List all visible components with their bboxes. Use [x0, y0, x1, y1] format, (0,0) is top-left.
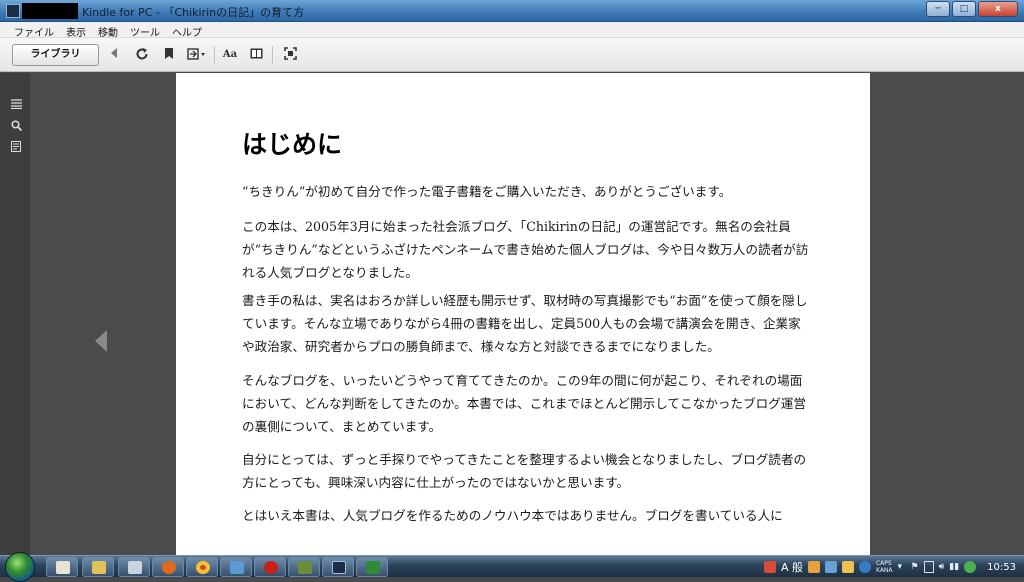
paragraph-2: この本は、2005年3月に始まった社会派ブログ、「Chikirinの日記」の運営… [242, 219, 809, 280]
menu-help[interactable]: ヘルプ [168, 22, 210, 39]
taskbar-document[interactable] [118, 557, 150, 577]
window-controls: ─ □ x [926, 1, 1018, 17]
menu-go[interactable]: 移動 [94, 22, 126, 39]
ime-mode-indicator[interactable]: A 般 [781, 559, 803, 575]
taskbar-excel[interactable] [356, 557, 388, 577]
kindle-app-icon[interactable] [6, 4, 20, 18]
redacted-box [22, 3, 78, 19]
menu-view[interactable]: 表示 [62, 22, 94, 39]
left-rail [0, 73, 30, 555]
bookmark-icon[interactable] [162, 47, 176, 63]
view-mode-icon[interactable] [249, 47, 263, 63]
goto-icon[interactable] [186, 47, 208, 63]
tray-expand-icon[interactable]: ▾ [898, 561, 906, 573]
title-bar: Kindle for PC - 「Chikirinの日記」の育て方 ─ □ x [0, 0, 1024, 22]
ime-toolbar-icon[interactable] [763, 561, 776, 573]
back-icon[interactable] [108, 47, 120, 63]
fullscreen-icon[interactable] [283, 47, 297, 63]
menu-bar: ファイル 表示 移動 ツール ヘルプ [0, 22, 1024, 39]
sync-icon[interactable] [134, 47, 150, 63]
contents-icon[interactable] [10, 99, 22, 111]
network-signal-icon[interactable]: ▮▮ [949, 561, 959, 573]
taskbar-folder[interactable] [82, 557, 114, 577]
app-tray-icon[interactable] [964, 561, 977, 573]
toolbar-separator-2 [272, 46, 273, 64]
taskbar-pdf[interactable] [254, 557, 286, 577]
minimize-button[interactable]: ─ [926, 1, 950, 17]
maximize-button[interactable]: □ [952, 1, 976, 17]
volume-icon[interactable]: 🔊︎ [939, 561, 945, 573]
flag-icon[interactable]: ⚑ [911, 561, 919, 573]
paragraph-6: とはいえ本書は、人気ブログを作るためのノウハウ本ではありません。ブログを書いてい… [242, 508, 783, 523]
close-button[interactable]: x [978, 1, 1018, 17]
ime-pad-icon[interactable] [841, 561, 854, 573]
ime-dictionary-icon[interactable] [824, 561, 837, 573]
book-page: はじめに “ちきりん”が初めて自分で作った電子書籍をご購入いただき、ありがとうご… [176, 73, 870, 555]
previous-page-arrow-icon[interactable] [95, 330, 107, 352]
toolbar-separator [214, 46, 215, 64]
menu-tools[interactable]: ツール [126, 22, 168, 39]
toolbar: ライブラリ Aa [0, 38, 1024, 72]
taskbar-firefox[interactable] [152, 557, 184, 577]
kana-label: KANA [875, 567, 893, 574]
font-size-icon[interactable]: Aa [221, 47, 239, 63]
system-tray: A 般 CAPS KANA ▾ ⚑ 🔊︎ ▮▮ 10:53 [763, 557, 1024, 577]
ime-help-icon[interactable] [858, 561, 871, 573]
taskbar-network[interactable] [220, 557, 252, 577]
caps-label: CAPS [875, 560, 892, 567]
menu-file[interactable]: ファイル [10, 22, 62, 39]
ime-tool-icon[interactable] [807, 561, 820, 573]
window-title: Kindle for PC - 「Chikirinの日記」の育て方 [82, 6, 305, 19]
start-button[interactable] [5, 552, 35, 582]
taskbar: A 般 CAPS KANA ▾ ⚑ 🔊︎ ▮▮ 10:53 [0, 552, 1024, 582]
clock[interactable]: 10:53 [987, 562, 1016, 573]
paragraph-1: “ちきりん”が初めて自分で作った電子書籍をご購入いただき、ありがとうございます。 [242, 184, 732, 199]
taskbar-kindle[interactable] [322, 557, 354, 577]
notes-icon[interactable] [10, 141, 22, 153]
taskbar-app[interactable] [288, 557, 320, 577]
chapter-title: はじめに [242, 130, 343, 159]
device-icon[interactable] [923, 561, 934, 573]
taskbar-chrome[interactable] [186, 557, 218, 577]
paragraph-5: 自分にとっては、ずっと手探りでやってきたことを整理するよい機会となりましたし、ブ… [242, 452, 807, 490]
caps-kana-indicator: CAPS KANA [876, 560, 893, 574]
paragraph-4: そんなブログを、いったいどうやって育ててきたのか。この9年の間に何が起こり、それ… [242, 373, 806, 434]
library-button[interactable]: ライブラリ [12, 44, 99, 66]
search-icon[interactable] [10, 120, 22, 132]
taskbar-explorer[interactable] [46, 557, 78, 577]
paragraph-3: 書き手の私は、実名はおろか詳しい経歴も開示せず、取材時の写真撮影でも“お面”を使… [242, 293, 808, 354]
